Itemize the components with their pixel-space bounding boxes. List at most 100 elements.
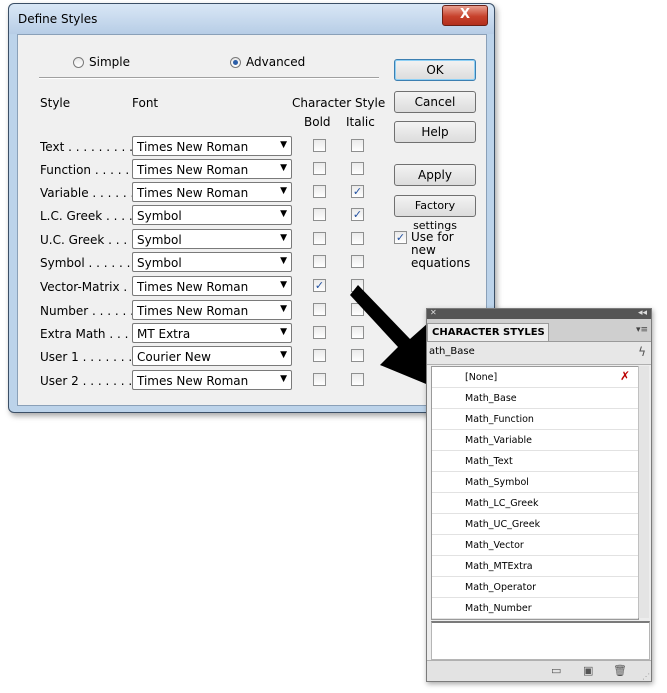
advanced-radio[interactable] xyxy=(230,56,241,68)
style-label: Number . . . . . . . xyxy=(40,304,132,318)
italic-checkbox[interactable] xyxy=(351,139,364,152)
font-value: Symbol xyxy=(137,256,182,270)
trash-icon[interactable]: 🗑 xyxy=(613,664,627,677)
dropdown-arrow-icon: ▼ xyxy=(280,350,287,360)
dialog-titlebar: Define Styles X xyxy=(9,4,494,34)
font-select[interactable]: Symbol ▼ xyxy=(132,205,292,225)
dropdown-arrow-icon: ▼ xyxy=(280,256,287,266)
apply-button[interactable]: Apply xyxy=(394,164,476,186)
font-value: Times New Roman xyxy=(137,374,249,388)
font-value: Times New Roman xyxy=(137,186,249,200)
style-name: Math_Symbol xyxy=(465,477,529,488)
advanced-radio-option[interactable]: Advanced xyxy=(230,55,305,69)
font-select[interactable]: MT Extra ▼ xyxy=(132,323,292,343)
style-row-function: Function . . . . . . . Times New Roman ▼ xyxy=(18,159,398,181)
style-row-number: Number . . . . . . . Times New Roman ▼ xyxy=(18,300,398,322)
font-value: Courier New xyxy=(137,350,211,364)
list-item[interactable]: Math_Variable xyxy=(432,430,638,451)
bold-checkbox[interactable] xyxy=(313,349,326,362)
panel-title-strip: ✕ ◂◂ xyxy=(427,308,651,319)
ok-button[interactable]: OK xyxy=(394,59,476,81)
bold-checkbox[interactable] xyxy=(313,139,326,152)
list-item[interactable]: [None] ✗ xyxy=(432,367,638,388)
style-label: Text . . . . . . . . . . xyxy=(40,140,132,154)
font-value: Times New Roman xyxy=(137,280,249,294)
font-select[interactable]: Symbol ▼ xyxy=(132,252,292,272)
list-item[interactable]: Math_LC_Greek xyxy=(432,493,638,514)
style-label: User 2 . . . . . . . . xyxy=(40,374,132,388)
dropdown-arrow-icon: ▼ xyxy=(280,186,287,196)
list-item[interactable]: Math_Function xyxy=(432,409,638,430)
bold-checkbox[interactable] xyxy=(313,208,326,221)
bold-checkbox[interactable] xyxy=(313,255,326,268)
font-select[interactable]: Symbol ▼ xyxy=(132,229,292,249)
no-style-edit-icon: ✗ xyxy=(619,369,630,383)
folder-icon[interactable]: ▭ xyxy=(551,664,561,677)
font-select[interactable]: Times New Roman ▼ xyxy=(132,276,292,296)
character-styles-panel: ✕ ◂◂ CHARACTER STYLES ▾≡ ath_Base ϟ [Non… xyxy=(426,308,652,682)
use-for-new-equations-label: Use for new equations xyxy=(411,230,471,270)
italic-checkbox[interactable]: ✓ xyxy=(351,208,364,221)
font-select[interactable]: Times New Roman ▼ xyxy=(132,159,292,179)
bold-checkbox[interactable] xyxy=(313,326,326,339)
list-item[interactable]: Math_Operator xyxy=(432,577,638,598)
list-item[interactable]: Math_Vector xyxy=(432,535,638,556)
font-select[interactable]: Times New Roman ▼ xyxy=(132,370,292,390)
use-for-new-equations-checkbox[interactable]: ✓ xyxy=(394,231,407,244)
dropdown-arrow-icon: ▼ xyxy=(280,304,287,314)
style-name: Math_Function xyxy=(465,414,534,425)
style-label: U.C. Greek . . . . . xyxy=(40,233,132,247)
bold-checkbox[interactable] xyxy=(313,373,326,386)
italic-checkbox[interactable] xyxy=(351,255,364,268)
font-value: Symbol xyxy=(137,233,182,247)
list-scrollbar[interactable] xyxy=(638,366,649,618)
italic-checkbox[interactable]: ✓ xyxy=(351,185,364,198)
panel-tab-strip: CHARACTER STYLES ▾≡ xyxy=(427,319,651,342)
font-select[interactable]: Times New Roman ▼ xyxy=(132,182,292,202)
bold-checkbox[interactable] xyxy=(313,232,326,245)
resize-grip-icon[interactable]: ⋰ xyxy=(642,672,650,681)
bold-column-header: Bold xyxy=(304,115,331,129)
panel-close-icon[interactable]: ✕ xyxy=(430,308,437,317)
style-label: Extra Math . . . . . xyxy=(40,327,132,341)
factory-settings-button[interactable]: Factory settings xyxy=(394,195,476,232)
close-button[interactable]: X xyxy=(442,5,488,26)
list-item[interactable]: Math_Text xyxy=(432,451,638,472)
bold-checkbox[interactable] xyxy=(313,303,326,316)
panel-menu-icon[interactable]: ▾≡ xyxy=(636,325,648,335)
list-item[interactable]: Math_Symbol xyxy=(432,472,638,493)
list-item[interactable]: Math_Number xyxy=(432,598,638,619)
dropdown-arrow-icon: ▼ xyxy=(280,233,287,243)
list-item[interactable]: Math_UC_Greek xyxy=(432,514,638,535)
advanced-label: Advanced xyxy=(246,55,306,69)
font-select[interactable]: Courier New ▼ xyxy=(132,346,292,366)
tab-character-styles[interactable]: CHARACTER STYLES xyxy=(427,323,549,341)
lightning-bolt-icon[interactable]: ϟ xyxy=(638,345,646,359)
italic-checkbox[interactable] xyxy=(351,162,364,175)
style-row-extra-math: Extra Math . . . . . MT Extra ▼ xyxy=(18,323,398,345)
list-item[interactable]: Math_Base xyxy=(432,388,638,409)
bold-checkbox[interactable] xyxy=(313,162,326,175)
simple-radio-option[interactable]: Simple xyxy=(73,55,130,69)
style-column-header: Style xyxy=(40,96,71,110)
bold-checkbox[interactable] xyxy=(313,185,326,198)
new-style-icon[interactable]: ▣ xyxy=(583,664,593,677)
font-select[interactable]: Times New Roman ▼ xyxy=(132,136,292,156)
collapse-icon[interactable]: ◂◂ xyxy=(638,308,647,318)
list-item[interactable]: Math_MTExtra xyxy=(432,556,638,577)
font-select[interactable]: Times New Roman ▼ xyxy=(132,300,292,320)
font-value: Times New Roman xyxy=(137,304,249,318)
style-name: Math_UC_Greek xyxy=(465,519,541,530)
style-name: Math_Number xyxy=(465,603,532,614)
use-for-new-equations-option[interactable]: ✓ Use for new equations xyxy=(394,231,484,270)
style-label: Function . . . . . . . xyxy=(40,163,132,177)
italic-checkbox[interactable] xyxy=(351,232,364,245)
cancel-button[interactable]: Cancel xyxy=(394,91,476,113)
simple-radio[interactable] xyxy=(73,56,84,68)
font-value: Times New Roman xyxy=(137,163,249,177)
bold-checkbox[interactable]: ✓ xyxy=(313,279,326,292)
style-row-user-2: User 2 . . . . . . . . Times New Roman ▼ xyxy=(18,370,398,392)
style-label: L.C. Greek . . . . . xyxy=(40,209,132,223)
style-row-uc-greek: U.C. Greek . . . . . Symbol ▼ xyxy=(18,229,398,251)
help-button[interactable]: Help xyxy=(394,121,476,143)
